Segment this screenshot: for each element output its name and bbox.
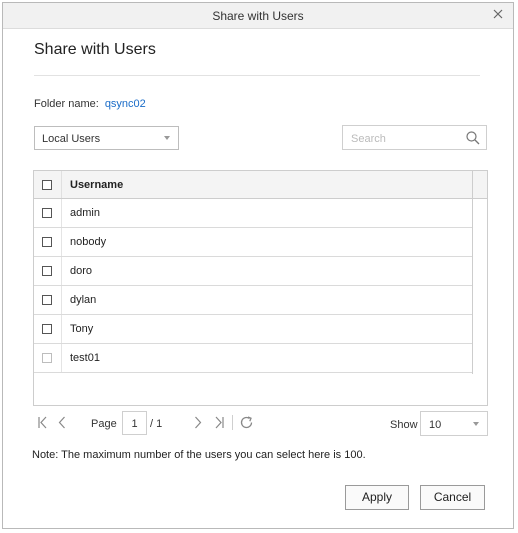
row-username: nobody	[70, 236, 107, 248]
page-size-value: 10	[429, 419, 442, 431]
chevron-down-icon	[164, 136, 170, 140]
page-label: Page	[91, 418, 117, 430]
page-number-input[interactable]: 1	[122, 411, 147, 435]
chevron-down-icon	[473, 422, 479, 426]
table-header: Username	[34, 171, 487, 199]
row-username: Tony	[70, 323, 94, 335]
prev-page-icon[interactable]	[58, 416, 66, 432]
table-scrollbar[interactable]	[472, 199, 487, 374]
select-all-checkbox[interactable]	[42, 180, 52, 190]
table-row[interactable]: test01	[34, 344, 473, 373]
select-all-cell	[34, 171, 62, 198]
row-checkbox-disabled	[42, 353, 52, 363]
row-checkbox-cell	[34, 344, 62, 372]
share-dialog: Share with Users Share with Users Folder…	[2, 2, 514, 529]
dialog-heading: Share with Users	[34, 41, 156, 58]
refresh-icon[interactable]	[239, 415, 254, 433]
window-title: Share with Users	[212, 9, 304, 23]
row-checkbox[interactable]	[42, 208, 52, 218]
search-icon[interactable]	[466, 131, 480, 150]
user-type-value: Local Users	[42, 133, 101, 145]
row-username: test01	[70, 352, 100, 364]
pagination: Page 1 / 1 Show 10	[33, 411, 488, 436]
divider	[34, 75, 480, 76]
pager-divider	[232, 415, 233, 430]
table-row[interactable]: admin	[34, 199, 473, 228]
first-page-icon[interactable]	[38, 416, 48, 432]
row-username: admin	[70, 207, 100, 219]
table-row[interactable]: Tony	[34, 315, 473, 344]
row-checkbox[interactable]	[42, 324, 52, 334]
next-page-icon[interactable]	[194, 416, 202, 432]
users-table: Username admin nobody doro dylan Tony te…	[33, 170, 488, 406]
last-page-icon[interactable]	[214, 416, 224, 432]
max-users-note: Note: The maximum number of the users yo…	[32, 449, 366, 461]
scrollbar-header	[472, 171, 487, 198]
row-checkbox[interactable]	[42, 266, 52, 276]
row-checkbox-cell	[34, 228, 62, 256]
table-row[interactable]: doro	[34, 257, 473, 286]
row-checkbox[interactable]	[42, 295, 52, 305]
folder-name-row: Folder name: qsync02	[34, 98, 146, 110]
row-username: dylan	[70, 294, 97, 306]
search-input[interactable]	[349, 127, 463, 150]
column-username[interactable]: Username	[70, 179, 123, 191]
table-row[interactable]: dylan	[34, 286, 473, 315]
folder-name-label: Folder name:	[34, 98, 99, 110]
row-checkbox-cell	[34, 257, 62, 285]
search-box[interactable]	[342, 125, 487, 150]
cancel-button[interactable]: Cancel	[420, 485, 485, 510]
show-label: Show	[390, 419, 418, 431]
close-icon[interactable]	[491, 7, 505, 21]
row-checkbox-cell	[34, 199, 62, 227]
total-pages: / 1	[150, 418, 163, 430]
table-row[interactable]: nobody	[34, 228, 473, 257]
user-type-select[interactable]: Local Users	[34, 126, 179, 150]
row-checkbox-cell	[34, 315, 62, 343]
page-size-select[interactable]: 10	[420, 411, 488, 436]
title-bar: Share with Users	[3, 3, 513, 29]
folder-name-value: qsync02	[104, 98, 146, 110]
row-username: doro	[70, 265, 93, 277]
row-checkbox[interactable]	[42, 237, 52, 247]
row-checkbox-cell	[34, 286, 62, 314]
apply-button[interactable]: Apply	[345, 485, 409, 510]
